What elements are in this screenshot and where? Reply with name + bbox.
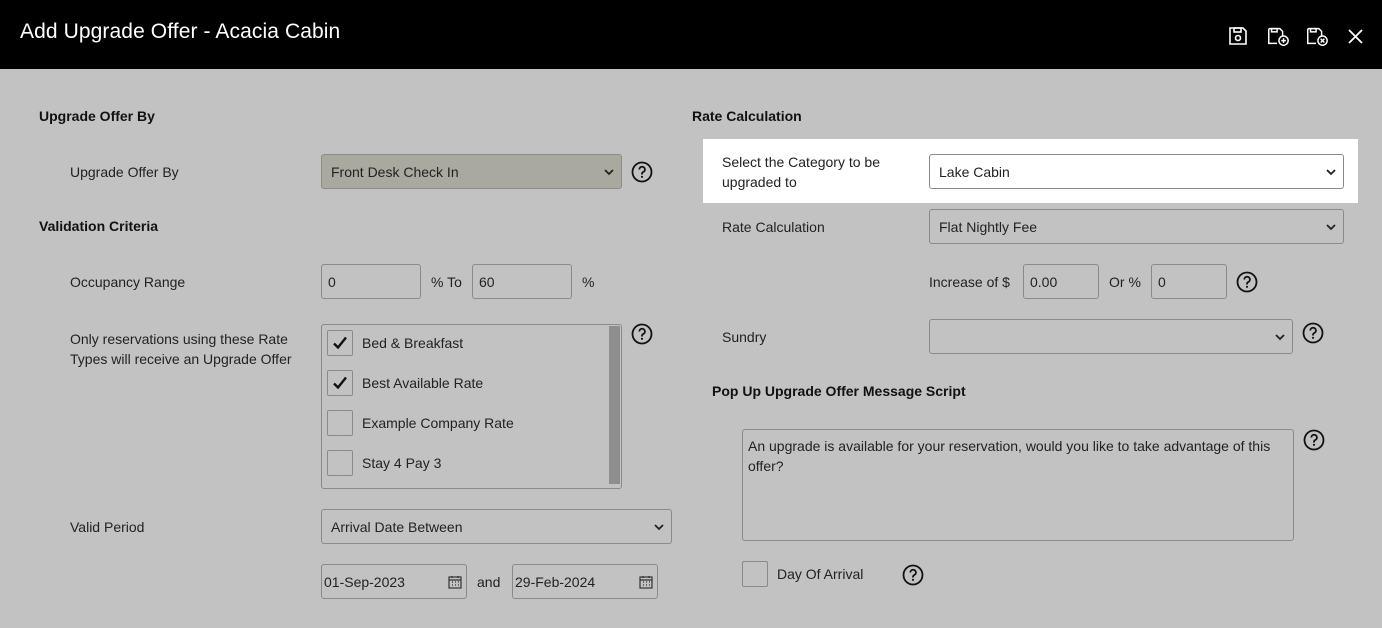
rate-calculation-value: Flat Nightly Fee — [939, 218, 1038, 235]
chevron-down-icon — [1326, 224, 1336, 231]
help-icon[interactable] — [902, 564, 924, 586]
validation-criteria-heading: Validation Criteria — [39, 218, 159, 234]
category-select[interactable]: Lake Cabin — [929, 154, 1344, 189]
window-title: Add Upgrade Offer - Acacia Cabin — [20, 20, 341, 43]
popup-message-textarea[interactable]: An upgrade is available for your reserva… — [742, 429, 1294, 541]
checkbox[interactable] — [327, 450, 353, 476]
checkbox[interactable] — [327, 410, 353, 436]
category-value: Lake Cabin — [939, 163, 1010, 180]
list-item[interactable]: Bed & Breakfast — [327, 330, 463, 356]
date-to-value: 29-Feb-2024 — [515, 573, 596, 590]
title-bar: Add Upgrade Offer - Acacia Cabin — [0, 0, 1382, 69]
valid-period-select[interactable]: Arrival Date Between — [321, 509, 672, 544]
date-from-value: 01-Sep-2023 — [324, 573, 405, 590]
list-item[interactable]: Best Available Rate — [327, 370, 483, 396]
save-and-close-icon[interactable] — [1305, 24, 1331, 48]
occupancy-percent-label: % — [582, 274, 595, 290]
rate-types-list: Bed & Breakfast Best Available Rate Exam… — [321, 324, 622, 489]
check-icon — [333, 376, 347, 390]
date-and-label: and — [477, 574, 501, 590]
upgrade-offer-by-label: Upgrade Offer By — [70, 164, 179, 180]
rate-calculation-label: Rate Calculation — [722, 219, 825, 235]
sundry-select[interactable] — [929, 319, 1293, 354]
chevron-down-icon — [604, 169, 614, 176]
help-icon[interactable] — [1303, 429, 1325, 451]
rate-calculation-heading: Rate Calculation — [692, 108, 802, 124]
date-to-input[interactable]: 29-Feb-2024 — [512, 564, 658, 599]
rate-type-label: Stay 4 Pay 3 — [362, 455, 442, 471]
day-of-arrival-label: Day Of Arrival — [777, 566, 864, 582]
increase-input[interactable]: 0.00 — [1023, 264, 1099, 299]
occupancy-from-input[interactable]: 0 — [321, 264, 421, 299]
scrollbar[interactable] — [608, 325, 621, 488]
list-item[interactable]: Stay 4 Pay 3 — [327, 450, 441, 476]
chevron-down-icon — [654, 524, 664, 531]
rate-type-label: Best Available Rate — [362, 375, 484, 391]
day-of-arrival-checkbox[interactable] — [742, 561, 768, 587]
chevron-down-icon — [1326, 169, 1336, 176]
upgrade-offer-by-value: Front Desk Check In — [331, 163, 459, 180]
rate-type-label: Example Company Rate — [362, 415, 514, 431]
rate-type-label: Bed & Breakfast — [362, 335, 464, 351]
help-icon[interactable] — [1302, 322, 1324, 344]
save-icon[interactable] — [1226, 24, 1250, 48]
valid-period-label: Valid Period — [70, 519, 145, 535]
scrollbar-thumb[interactable] — [609, 326, 620, 484]
increase-label: Increase of $ — [929, 274, 1010, 290]
popup-message-heading: Pop Up Upgrade Offer Message Script — [712, 383, 966, 399]
sundry-label: Sundry — [722, 329, 767, 345]
checkbox[interactable] — [327, 330, 353, 356]
upgrade-offer-by-heading: Upgrade Offer By — [39, 108, 155, 124]
category-label: Select the Category to be upgraded to — [722, 154, 880, 190]
or-percent-input[interactable]: 0 — [1151, 264, 1227, 299]
rate-types-label: Only reservations using these Rate Types… — [70, 331, 292, 367]
calendar-icon[interactable] — [639, 575, 653, 589]
or-percent-label: Or % — [1109, 274, 1141, 290]
save-and-add-icon[interactable] — [1266, 24, 1292, 48]
help-icon[interactable] — [1236, 271, 1258, 293]
close-icon[interactable] — [1344, 24, 1364, 48]
occupancy-range-label: Occupancy Range — [70, 274, 186, 290]
rate-calculation-select[interactable]: Flat Nightly Fee — [929, 209, 1344, 244]
checkbox[interactable] — [327, 370, 353, 396]
occupancy-to-input[interactable]: 60 — [472, 264, 572, 299]
date-from-input[interactable]: 01-Sep-2023 — [321, 564, 467, 599]
occupancy-to-label: % To — [431, 274, 462, 290]
check-icon — [333, 336, 347, 350]
chevron-down-icon — [1275, 334, 1285, 341]
upgrade-offer-by-select[interactable]: Front Desk Check In — [321, 154, 622, 189]
help-icon[interactable] — [631, 161, 653, 183]
list-item[interactable]: Example Company Rate — [327, 410, 514, 436]
calendar-icon[interactable] — [448, 575, 462, 589]
help-icon[interactable] — [631, 323, 653, 345]
valid-period-value: Arrival Date Between — [331, 518, 463, 535]
